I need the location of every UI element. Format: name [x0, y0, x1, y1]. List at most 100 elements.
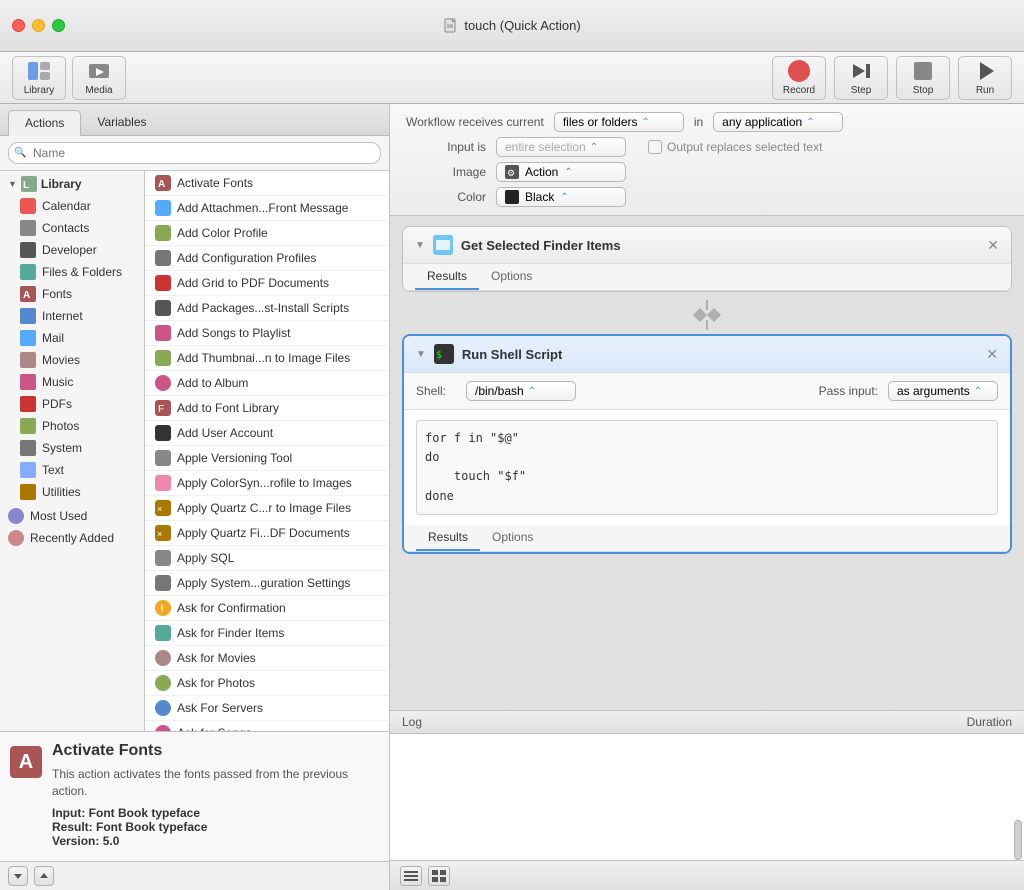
actions-list: A Activate Fonts Add Attachmen...Front M…	[145, 171, 389, 731]
sidebar-item-fonts[interactable]: A Fonts	[0, 283, 144, 305]
action-add-font-lib[interactable]: F Add to Font Library	[145, 396, 389, 421]
action-image-icon: ⚙	[505, 165, 519, 179]
image-select-chevron: ⌃	[564, 167, 572, 178]
media-button[interactable]: Media	[72, 56, 126, 100]
library-icon	[26, 60, 52, 82]
sidebar-item-text[interactable]: Text	[0, 459, 144, 481]
action-ask-confirmation[interactable]: ! Ask for Confirmation	[145, 596, 389, 621]
fonts-icon: A	[20, 286, 36, 302]
action-add-color[interactable]: Add Color Profile	[145, 221, 389, 246]
get-finder-tab-results[interactable]: Results	[415, 264, 479, 290]
action-add-config[interactable]: Add Configuration Profiles	[145, 246, 389, 271]
list-view-button[interactable]	[400, 866, 422, 886]
record-icon	[788, 60, 810, 82]
grid-view-button[interactable]	[428, 866, 450, 886]
sidebar-item-developer[interactable]: Developer	[0, 239, 144, 261]
traffic-lights	[12, 19, 65, 32]
action-ask-photos[interactable]: Ask for Photos	[145, 671, 389, 696]
library-header[interactable]: L Library	[0, 173, 144, 195]
run-shell-tab-options[interactable]: Options	[480, 525, 545, 551]
minimize-button[interactable]	[32, 19, 45, 32]
action-apply-system[interactable]: Apply System...guration Settings	[145, 571, 389, 596]
sidebar-item-files[interactable]: Files & Folders	[0, 261, 144, 283]
code-editor[interactable]: for f in "$@" do touch "$f" done	[416, 420, 998, 515]
sidebar-item-contacts[interactable]: Contacts	[0, 217, 144, 239]
action-add-thumbnail[interactable]: Add Thumbnai...n to Image Files	[145, 346, 389, 371]
action-add-album[interactable]: Add to Album	[145, 371, 389, 396]
action-apply-sql[interactable]: Apply SQL	[145, 546, 389, 571]
ask-servers-icon	[155, 700, 171, 716]
get-finder-card-icon	[433, 235, 453, 255]
action-add-grid[interactable]: Add Grid to PDF Documents	[145, 271, 389, 296]
sidebar-item-mostused[interactable]: Most Used	[0, 505, 144, 527]
svg-text:L: L	[23, 180, 29, 191]
sidebar-item-recentlyadded[interactable]: Recently Added	[0, 527, 144, 549]
library-button[interactable]: Library	[12, 56, 66, 100]
sidebar-item-system[interactable]: System	[0, 437, 144, 459]
action-ask-finder[interactable]: Ask for Finder Items	[145, 621, 389, 646]
action-add-attachment[interactable]: Add Attachmen...Front Message	[145, 196, 389, 221]
get-finder-tab-options[interactable]: Options	[479, 264, 544, 290]
stop-button[interactable]: Stop	[896, 56, 950, 100]
run-button[interactable]: Run	[958, 56, 1012, 100]
window-title: touch (Quick Action)	[443, 18, 580, 34]
get-finder-title: Get Selected Finder Items	[461, 238, 979, 253]
log-duration-label: Duration	[967, 715, 1012, 729]
in-label: in	[694, 115, 703, 129]
shell-select[interactable]: /bin/bash ⌃	[466, 381, 576, 401]
add-action-button[interactable]	[8, 866, 28, 886]
image-select[interactable]: ⚙ Action ⌃	[496, 162, 626, 182]
sidebar-item-mail[interactable]: Mail	[0, 327, 144, 349]
action-apple-versioning[interactable]: Apple Versioning Tool	[145, 446, 389, 471]
action-ask-songs[interactable]: Ask for Songs	[145, 721, 389, 731]
action-ask-servers[interactable]: Ask For Servers	[145, 696, 389, 721]
action-apply-quartz-img[interactable]: × Apply Quartz C...r to Image Files	[145, 496, 389, 521]
sidebar-item-music[interactable]: Music	[0, 371, 144, 393]
run-shell-collapse-arrow[interactable]: ▼	[416, 349, 426, 360]
any-application-select[interactable]: any application ⌃	[713, 112, 843, 132]
input-is-select[interactable]: entire selection ⌃	[496, 137, 626, 157]
sidebar-item-movies[interactable]: Movies	[0, 349, 144, 371]
get-finder-close-button[interactable]: ✕	[987, 237, 999, 254]
output-replaces-checkbox[interactable]	[648, 140, 662, 154]
search-input[interactable]	[8, 142, 381, 164]
action-add-user[interactable]: Add User Account	[145, 421, 389, 446]
get-finder-collapse-arrow[interactable]: ▼	[415, 240, 425, 251]
action-activate-fonts[interactable]: A Activate Fonts	[145, 171, 389, 196]
maximize-button[interactable]	[52, 19, 65, 32]
tab-actions[interactable]: Actions	[8, 110, 81, 136]
action-add-packages[interactable]: Add Packages...st-Install Scripts	[145, 296, 389, 321]
workflow-canvas: ▼ Get Selected Finder Items ✕ Results Op…	[390, 216, 1024, 710]
action-apply-quartz-pdf[interactable]: × Apply Quartz Fi...DF Documents	[145, 521, 389, 546]
shell-label: Shell:	[416, 384, 456, 398]
input-select-chevron: ⌃	[590, 142, 598, 153]
run-shell-tab-results[interactable]: Results	[416, 525, 480, 551]
sidebar-item-internet[interactable]: Internet	[0, 305, 144, 327]
sidebar-item-calendar[interactable]: Calendar	[0, 195, 144, 217]
run-shell-close-button[interactable]: ✕	[986, 346, 998, 363]
delete-action-button[interactable]	[34, 866, 54, 886]
svg-text:A: A	[23, 290, 30, 301]
action-info-title: Activate Fonts	[52, 742, 379, 760]
sidebar-item-utilities[interactable]: Utilities	[0, 481, 144, 503]
files-icon	[20, 264, 36, 280]
sidebar-item-pdfs[interactable]: PDFs	[0, 393, 144, 415]
tab-variables[interactable]: Variables	[81, 110, 162, 135]
run-shell-tabs: Results Options	[404, 525, 1010, 552]
apple-versioning-icon	[155, 450, 171, 466]
pass-input-select[interactable]: as arguments ⌃	[888, 381, 998, 401]
step-button[interactable]: Step	[834, 56, 888, 100]
connector-1	[695, 300, 719, 330]
utilities-icon	[20, 484, 36, 500]
run-shell-card-icon: $	[434, 344, 454, 364]
action-apply-colorsync[interactable]: Apply ColorSyn...rofile to Images	[145, 471, 389, 496]
library-arrow	[8, 179, 17, 190]
scrollbar-thumb[interactable]	[1014, 820, 1022, 860]
action-add-songs[interactable]: Add Songs to Playlist	[145, 321, 389, 346]
color-select[interactable]: Black ⌃	[496, 187, 626, 207]
sidebar-item-photos[interactable]: Photos	[0, 415, 144, 437]
action-ask-movies[interactable]: Ask for Movies	[145, 646, 389, 671]
close-button[interactable]	[12, 19, 25, 32]
files-or-folders-select[interactable]: files or folders ⌃	[554, 112, 684, 132]
record-button[interactable]: Record	[772, 56, 826, 100]
